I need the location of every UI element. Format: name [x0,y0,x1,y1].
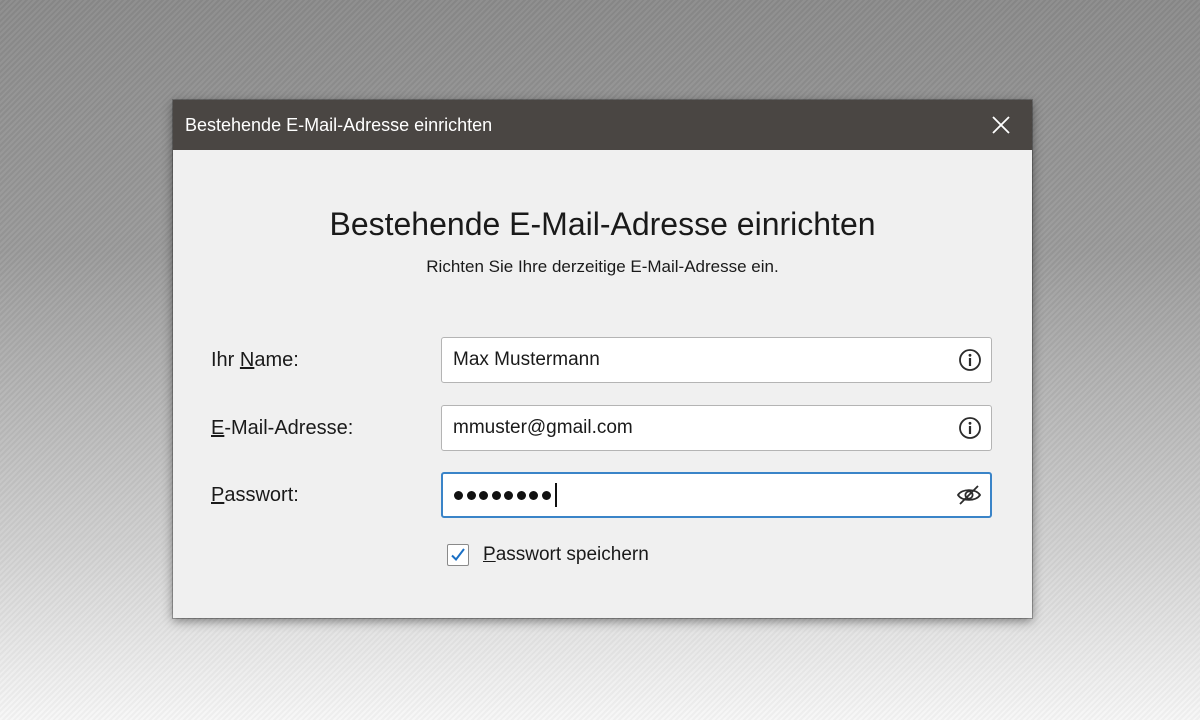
password-mask-dot [454,490,463,500]
info-icon [959,417,981,439]
remember-password-label[interactable]: Passwort speichern [483,544,649,566]
remember-password-checkbox[interactable] [447,544,469,566]
dialog-title: Bestehende E-Mail-Adresse einrichten [185,114,493,135]
password-mask-dot [504,490,513,500]
email-row: E-Mail-Adresse: [173,405,1032,451]
password-label: Passwort: [211,484,299,506]
password-mask-dot [516,490,526,500]
password-field-box [441,472,992,518]
eye-slash-icon [956,485,982,505]
email-info-button[interactable] [957,415,983,441]
email-label: E-Mail-Adresse: [211,417,354,439]
dialog-titlebar: Bestehende E-Mail-Adresse einrichten [173,100,1032,150]
password-mask-dot [479,490,488,500]
info-icon [959,349,981,371]
email-input[interactable] [442,406,957,450]
name-field-box [441,337,992,383]
remember-password-row: Passwort speichern [447,541,649,569]
page-title: Bestehende E-Mail-Adresse einrichten [329,206,876,242]
toggle-password-visibility-button[interactable] [956,482,982,508]
remember-label-accesskey: P [483,544,496,565]
close-button[interactable] [984,108,1018,142]
account-setup-dialog: Bestehende E-Mail-Adresse einrichten Bes… [173,100,1032,618]
email-field-box [441,405,992,451]
email-label-accesskey: E [211,417,225,439]
name-label: Ihr Name: [211,349,299,371]
password-row: Passwort: [173,472,1032,518]
name-row: Ihr Name: [173,337,1032,383]
password-mask-dot [541,490,551,500]
checkmark-icon [451,548,465,562]
password-input[interactable] [443,474,956,516]
password-label-accesskey: P [211,484,225,506]
name-input[interactable] [442,338,957,382]
password-mask-dot [491,490,501,500]
password-mask-dot [529,490,538,500]
page-subtitle: Richten Sie Ihre derzeitige E-Mail-Adres… [426,257,779,276]
name-label-accesskey: N [239,349,255,371]
close-icon [992,116,1010,134]
password-mask-dot [466,490,476,500]
text-caret [555,483,557,507]
name-info-button[interactable] [957,347,983,373]
